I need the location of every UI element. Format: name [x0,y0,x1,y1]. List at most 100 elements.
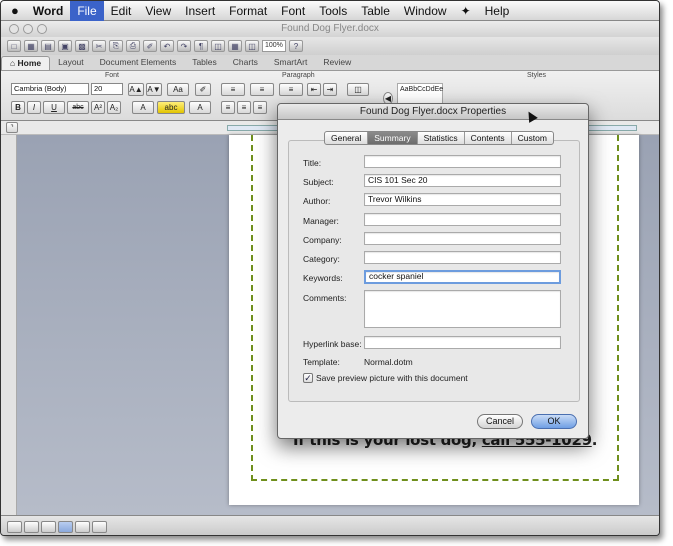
align-right-icon[interactable]: ≡ [253,101,267,114]
manager-field[interactable] [364,213,561,226]
font-color-icon[interactable]: A [132,101,154,114]
status-bar [1,515,659,535]
publishing-view-button[interactable] [41,520,56,533]
format-painter-icon[interactable]: ✐ [143,40,157,52]
toolbox-icon[interactable]: ◫ [245,40,259,52]
tab-custom[interactable]: Custom [512,132,553,144]
tab-charts[interactable]: Charts [225,56,266,70]
font-group-label: Font [105,72,120,79]
draft-view-button[interactable] [7,520,22,533]
menu-edit[interactable]: Edit [104,1,139,21]
subscript-button[interactable]: A₂ [107,101,121,114]
redo-icon[interactable]: ↷ [177,40,191,52]
tab-home-label: Home [17,58,42,68]
flyer-text-end: . [591,431,598,449]
menu-tools[interactable]: Tools [312,1,354,21]
menu-insert[interactable]: Insert [178,1,222,21]
minimize-window-button[interactable] [23,24,33,34]
columns-icon[interactable]: ◫ [347,83,369,96]
cancel-button[interactable]: Cancel [477,414,523,429]
paste-icon[interactable]: ⎙ [126,40,140,52]
template-value: Normal.dotm [364,357,413,367]
show-formatting-icon[interactable]: ¶ [194,40,208,52]
multilevel-list-icon[interactable]: ≡ [279,83,303,96]
focus-view-button[interactable] [92,520,107,533]
tab-summary[interactable]: Summary [368,132,418,144]
notebook-view-button[interactable] [75,520,90,533]
hyperlink-base-label: Hyperlink base: [303,339,362,349]
keywords-label: Keywords: [303,273,343,283]
tab-contents[interactable]: Contents [465,132,512,144]
title-field[interactable] [364,155,561,168]
company-field[interactable] [364,232,561,245]
strikethrough-button[interactable]: abc [67,101,89,114]
author-label: Author: [303,196,331,206]
bold-button[interactable]: B [11,101,25,114]
undo-icon[interactable]: ↶ [160,40,174,52]
text-effects-icon[interactable]: A [189,101,211,114]
font-size-select[interactable]: 20 [91,83,123,95]
gallery-icon[interactable]: ▦ [228,40,242,52]
copy-icon[interactable]: ⎘ [109,40,123,52]
script-menu-icon[interactable]: ✦ [454,1,478,21]
help-icon[interactable]: ? [289,40,303,52]
numbering-icon[interactable]: ≡ [250,83,274,96]
grow-font-icon[interactable]: A▲ [128,83,144,96]
hyperlink-base-field[interactable] [364,336,561,349]
keywords-field[interactable]: cocker spaniel [364,270,561,284]
tab-stop-selector-icon[interactable]: ⌝ [6,122,18,133]
print-icon[interactable]: ▩ [75,40,89,52]
category-field[interactable] [364,251,561,264]
align-center-icon[interactable]: ≡ [237,101,251,114]
tab-smartart[interactable]: SmartArt [266,56,316,70]
close-window-button[interactable] [9,24,19,34]
increase-indent-icon[interactable]: ⇥ [323,83,337,96]
tab-statistics[interactable]: Statistics [418,132,465,144]
tab-review[interactable]: Review [315,56,359,70]
author-field[interactable]: Trevor Wilkins [364,193,561,206]
align-left-icon[interactable]: ≡ [221,101,235,114]
menu-file[interactable]: File [70,1,104,21]
print-layout-view-button[interactable] [58,520,73,533]
menu-word[interactable]: Word [26,1,70,21]
shrink-font-icon[interactable]: A▼ [146,83,162,96]
cut-icon[interactable]: ✂ [92,40,106,52]
subject-field[interactable]: CIS 101 Sec 20 [364,174,561,187]
category-label: Category: [303,254,340,264]
clear-formatting-icon[interactable]: ✐ [195,83,211,96]
menu-view[interactable]: View [138,1,178,21]
change-case-icon[interactable]: Aa [167,83,189,96]
underline-button[interactable]: U [43,101,65,114]
tab-layout[interactable]: Layout [50,56,92,70]
superscript-button[interactable]: A² [91,101,105,114]
save-icon[interactable]: ▣ [58,40,72,52]
bullets-icon[interactable]: ≡ [221,83,245,96]
tab-document-elements[interactable]: Document Elements [92,56,185,70]
tab-home[interactable]: ⌂ Home [1,56,51,70]
tab-general[interactable]: General [325,132,369,144]
zoom-select[interactable]: 100% [262,40,286,52]
save-preview-label[interactable]: Save preview picture with this document [316,373,468,383]
templates-icon[interactable]: ▦ [24,40,38,52]
decrease-indent-icon[interactable]: ⇤ [307,83,321,96]
ok-button[interactable]: OK [531,414,577,429]
sidebar-icon[interactable]: ◫ [211,40,225,52]
font-name-select[interactable]: Cambria (Body) [11,83,89,95]
menu-font[interactable]: Font [274,1,312,21]
word-window: ● Word File Edit View Insert Format Font… [0,0,660,536]
highlight-icon[interactable]: abc [157,101,185,114]
zoom-window-button[interactable] [37,24,47,34]
menu-window[interactable]: Window [397,1,454,21]
open-icon[interactable]: ▤ [41,40,55,52]
outline-view-button[interactable] [24,520,39,533]
vertical-ruler[interactable] [1,135,17,515]
menu-help[interactable]: Help [478,1,517,21]
comments-field[interactable] [364,290,561,328]
tab-tables[interactable]: Tables [184,56,225,70]
save-preview-checkbox[interactable]: ✓ [303,373,313,383]
menu-format[interactable]: Format [222,1,274,21]
menu-table[interactable]: Table [354,1,397,21]
italic-button[interactable]: I [27,101,41,114]
apple-menu-icon[interactable]: ● [1,1,26,21]
new-document-icon[interactable]: □ [7,40,21,52]
